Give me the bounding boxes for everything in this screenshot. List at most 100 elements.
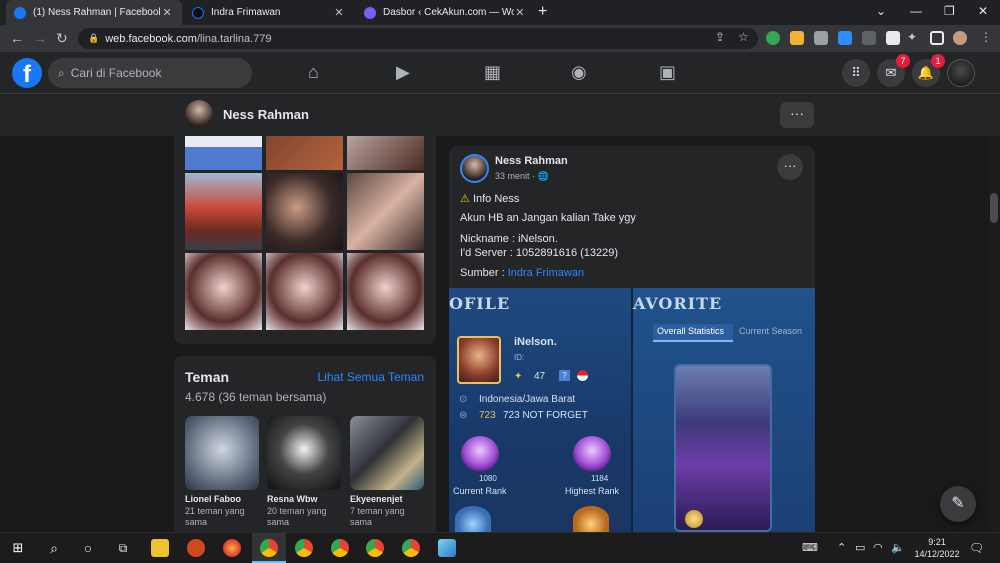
friend-item[interactable]: Lionel Faboo 21 teman yang sama: [185, 416, 259, 528]
photo-thumbnail[interactable]: [347, 136, 424, 170]
home-icon[interactable]: ⌂: [308, 62, 319, 83]
close-icon[interactable]: ✕: [160, 6, 174, 19]
profile-name[interactable]: Ness Rahman: [223, 107, 309, 122]
search-input[interactable]: ⌕ Cari di Facebook: [48, 58, 252, 88]
photo-thumbnail[interactable]: [347, 173, 424, 250]
taskbar-clock[interactable]: 9:21 14/12/2022: [912, 536, 962, 560]
shield-extension-icon[interactable]: [814, 31, 828, 45]
extension-icon[interactable]: [766, 31, 780, 45]
clock-date: 14/12/2022: [914, 549, 960, 559]
profile-more-button[interactable]: ···: [780, 102, 814, 128]
task-view-icon[interactable]: ⧉: [114, 539, 132, 557]
extension-icon[interactable]: [862, 31, 876, 45]
post-line-3: Nickname : iNelson.: [460, 233, 558, 245]
photo-thumbnail[interactable]: [185, 136, 262, 170]
post-image[interactable]: OFILE AVORITE iNelson. ID: ✦ 47 ? ⊙ Indo…: [449, 288, 815, 532]
bookmark-star-icon[interactable]: ☆: [738, 30, 749, 44]
forward-icon[interactable]: →: [33, 30, 47, 46]
firefox-icon[interactable]: [223, 539, 241, 557]
search-placeholder: Cari di Facebook: [70, 66, 162, 80]
wifi-icon[interactable]: ◠: [873, 541, 883, 554]
chrome-icon[interactable]: [402, 539, 420, 557]
browser-tab-strip: (1) Ness Rahman | Facebook ✕ Indra Frima…: [0, 0, 1000, 25]
new-tab-button[interactable]: +: [538, 3, 547, 21]
friend-item[interactable]: Ekyeenenjet 7 teman yang sama: [350, 416, 424, 528]
photo-thumbnail[interactable]: [185, 253, 262, 330]
profile-avatar[interactable]: [185, 100, 213, 128]
post-card: Ness Rahman 33 menit · 🌐 ··· ⚠ Info Ness…: [449, 146, 815, 532]
chrome-icon[interactable]: [366, 539, 384, 557]
tab-indra[interactable]: Indra Frimawan ✕: [184, 0, 354, 25]
profile-avatar-icon[interactable]: [953, 31, 967, 45]
side-panel-icon[interactable]: [930, 31, 944, 45]
extension-icon[interactable]: [790, 31, 804, 45]
notifications-bell-icon[interactable]: 🔔 1: [912, 54, 945, 87]
groups-icon[interactable]: ◉: [571, 62, 587, 83]
friend-avatar[interactable]: [350, 416, 424, 490]
photo-thumbnail[interactable]: [347, 253, 424, 330]
friend-item[interactable]: Resna Wbw 20 teman yang sama: [267, 416, 341, 528]
address-bar[interactable]: 🔒 web.facebook.com/lina.tarlina.779: [78, 28, 758, 49]
photo-thumbnail[interactable]: [266, 136, 343, 170]
reload-icon[interactable]: ↻: [56, 30, 68, 47]
tab-overall-statistics: Overall Statistics: [657, 326, 725, 336]
messenger-icon[interactable]: ✉ 7: [877, 54, 910, 87]
close-window-icon[interactable]: ✕: [978, 4, 988, 18]
tab-search-icon[interactable]: ⌄: [876, 4, 886, 18]
post-more-button[interactable]: ···: [777, 154, 803, 180]
account-avatar[interactable]: [947, 59, 975, 87]
friend-name[interactable]: Ekyeenenjet: [350, 494, 424, 504]
help-icon: ?: [559, 370, 570, 381]
close-icon[interactable]: ✕: [332, 6, 346, 19]
friend-avatar[interactable]: [185, 416, 259, 490]
chrome-icon[interactable]: [295, 539, 313, 557]
notification-center-icon[interactable]: 🗨: [969, 541, 984, 555]
extension-icon[interactable]: [886, 31, 900, 45]
page-scrollbar[interactable]: [988, 136, 1000, 532]
scrollbar-thumb[interactable]: [990, 193, 998, 223]
post-timestamp[interactable]: 33 menit · 🌐: [495, 171, 549, 182]
search-icon[interactable]: ⌕: [45, 539, 63, 557]
minimize-icon[interactable]: —: [910, 4, 922, 18]
extensions-puzzle-icon[interactable]: ✦: [907, 30, 917, 44]
file-explorer-icon[interactable]: [151, 539, 169, 557]
new-message-edit-icon[interactable]: ✎: [940, 486, 976, 522]
friends-count: 4.678 (36 teman bersama): [185, 390, 327, 404]
app-icon[interactable]: [438, 539, 456, 557]
photo-thumbnail[interactable]: [266, 253, 343, 330]
app-icon[interactable]: [187, 539, 205, 557]
marketplace-icon[interactable]: ▦: [484, 62, 501, 83]
close-icon[interactable]: ✕: [514, 6, 526, 19]
friend-avatar[interactable]: [267, 416, 341, 490]
indonesia-flag-icon: [577, 370, 588, 381]
tab-facebook[interactable]: (1) Ness Rahman | Facebook ✕: [6, 0, 182, 25]
highest-rank-points: 1184: [591, 474, 609, 483]
watch-icon[interactable]: ▶: [396, 62, 410, 83]
browser-menu-icon[interactable]: ⋮: [980, 30, 992, 44]
back-icon[interactable]: ←: [10, 30, 24, 46]
motto-icon: ⊜: [459, 410, 468, 421]
menu-grid-icon[interactable]: ⠿: [842, 59, 870, 87]
tab-cekakun[interactable]: Dasbor ‹ CekAkun.com — WordP ✕: [356, 0, 534, 25]
volume-icon[interactable]: 🔈: [891, 541, 905, 554]
photo-thumbnail[interactable]: [185, 173, 262, 250]
chrome-icon[interactable]: [331, 539, 349, 557]
cortana-icon[interactable]: ○: [79, 539, 97, 557]
photo-thumbnail[interactable]: [266, 173, 343, 250]
friend-name[interactable]: Lionel Faboo: [185, 494, 259, 504]
keyboard-icon[interactable]: ⌨: [802, 541, 818, 554]
gaming-icon[interactable]: ▣: [659, 62, 676, 83]
see-all-friends-link[interactable]: Lihat Semua Teman: [317, 370, 424, 384]
windows-start-icon[interactable]: ⊞: [9, 539, 27, 557]
post-author-name[interactable]: Ness Rahman: [495, 155, 568, 167]
facebook-logo[interactable]: f: [12, 58, 42, 88]
source-link[interactable]: Indra Frimawan: [508, 267, 584, 279]
chrome-icon[interactable]: [260, 539, 278, 557]
friend-name[interactable]: Resna Wbw: [267, 494, 341, 504]
battery-icon[interactable]: ▭: [855, 541, 865, 554]
share-icon[interactable]: ⇪: [715, 30, 725, 44]
tray-chevron-icon[interactable]: ⌃: [837, 541, 846, 554]
restore-icon[interactable]: ❐: [944, 4, 955, 18]
extension-icon[interactable]: [838, 31, 852, 45]
post-author-avatar[interactable]: [460, 154, 489, 183]
